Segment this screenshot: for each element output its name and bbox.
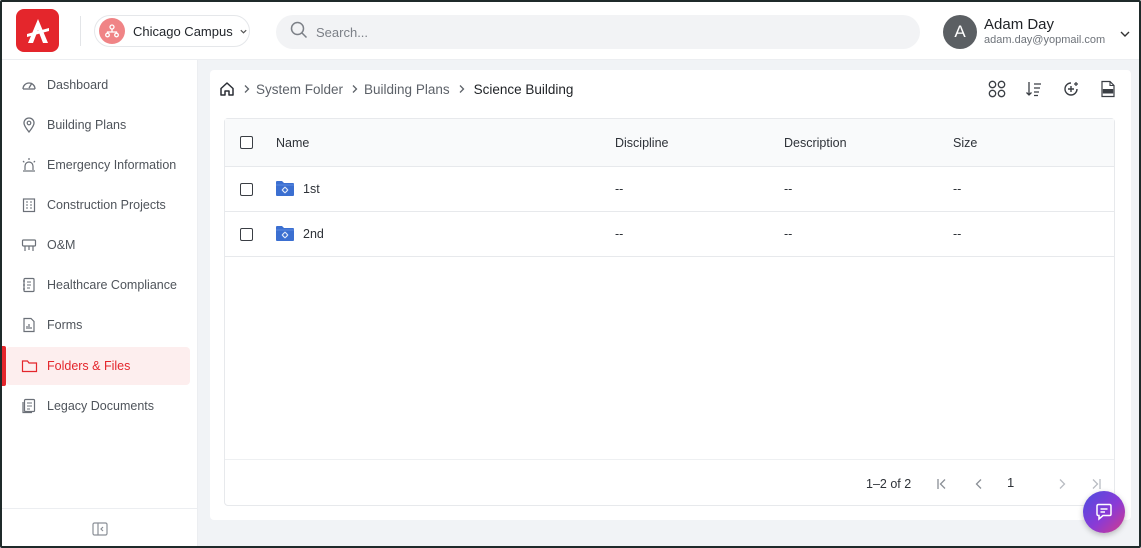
chevron-right-icon	[243, 84, 251, 94]
app-window: Chicago Campus A Adam Day adam.day@yopma…	[0, 0, 1141, 548]
table-row[interactable]: 1st -- -- --	[225, 167, 1114, 212]
first-page-icon[interactable]	[932, 474, 952, 494]
sidebar-item-label: Construction Projects	[47, 198, 166, 212]
building-icon	[20, 196, 38, 214]
column-header-name[interactable]: Name	[276, 136, 309, 150]
main-content: System Folder Building Plans Science Bui…	[210, 70, 1131, 520]
prev-page-icon[interactable]	[969, 474, 989, 494]
chevron-down-icon	[1119, 27, 1131, 45]
header-divider	[80, 16, 81, 46]
sidebar-item-emergency-information[interactable]: Emergency Information	[6, 146, 190, 184]
search-bar	[276, 15, 920, 49]
campus-label: Chicago Campus	[133, 23, 233, 39]
notebook-icon	[20, 276, 38, 294]
column-header-description[interactable]: Description	[784, 136, 847, 150]
cell-size: --	[953, 182, 962, 196]
logo-a-icon	[26, 18, 49, 43]
user-name: Adam Day	[984, 16, 1055, 33]
sidebar-item-label: Building Plans	[47, 118, 127, 132]
campus-selector[interactable]: Chicago Campus	[94, 15, 250, 47]
search-icon	[290, 21, 308, 44]
export-xls-icon[interactable]	[1097, 78, 1119, 100]
sidebar-item-label: Dashboard	[47, 78, 109, 92]
search-input[interactable]	[316, 24, 876, 40]
avatar: A	[943, 15, 977, 49]
row-checkbox[interactable]	[240, 228, 253, 241]
dashboard-gauge-icon	[20, 76, 38, 94]
home-icon[interactable]	[219, 81, 235, 97]
select-all-checkbox[interactable]	[240, 136, 253, 149]
sidebar-item-om[interactable]: O&M	[6, 226, 190, 264]
sidebar-item-label: Folders & Files	[47, 359, 131, 373]
file-name[interactable]: 1st	[303, 182, 320, 196]
breadcrumb-current: Science Building	[473, 81, 574, 97]
cell-description: --	[784, 182, 793, 196]
toolbar	[971, 78, 1119, 100]
file-name[interactable]: 2nd	[303, 227, 324, 241]
sidebar-item-folders-files[interactable]: Folders & Files	[6, 347, 190, 385]
collapse-sidebar-icon[interactable]	[92, 521, 108, 536]
sidebar-item-label: Healthcare Compliance	[47, 278, 177, 292]
column-header-size[interactable]: Size	[953, 136, 977, 150]
sidebar-item-label: O&M	[47, 238, 76, 252]
table-header: Name Discipline Description Size	[225, 119, 1114, 167]
add-icon[interactable]	[1060, 78, 1082, 100]
sidebar: Dashboard Building Plans Emergency Infor…	[2, 60, 198, 546]
sidebar-item-building-plans[interactable]: Building Plans	[6, 106, 190, 144]
folder-icon	[275, 180, 295, 197]
sidebar-item-forms[interactable]: Forms	[6, 306, 190, 344]
sidebar-footer	[2, 508, 198, 546]
sidebar-item-label: Legacy Documents	[47, 399, 155, 413]
breadcrumb-building-plans[interactable]: Building Plans	[364, 82, 450, 97]
sort-icon[interactable]	[1023, 78, 1045, 100]
chevron-right-icon	[351, 84, 359, 94]
breadcrumb: System Folder Building Plans Science Bui…	[219, 79, 573, 99]
documents-icon	[20, 397, 38, 415]
sidebar-item-healthcare-compliance[interactable]: Healthcare Compliance	[6, 266, 190, 304]
next-page-icon[interactable]	[1052, 474, 1072, 494]
table-row[interactable]: 2nd -- -- --	[225, 212, 1114, 257]
siren-icon	[20, 156, 38, 174]
sidebar-item-dashboard[interactable]: Dashboard	[6, 66, 190, 104]
pagination: 1–2 of 2 1	[225, 459, 1114, 507]
projector-icon	[20, 236, 38, 254]
cell-size: --	[953, 227, 962, 241]
user-email: adam.day@yopmail.com	[984, 34, 1106, 46]
row-checkbox[interactable]	[240, 183, 253, 196]
breadcrumb-system-folder[interactable]: System Folder	[256, 82, 343, 97]
cell-discipline: --	[615, 182, 624, 196]
folder-icon	[275, 225, 295, 242]
map-pin-icon	[20, 116, 38, 134]
sidebar-item-legacy-documents[interactable]: Legacy Documents	[6, 387, 190, 425]
sidebar-item-construction-projects[interactable]: Construction Projects	[6, 186, 190, 224]
cell-description: --	[784, 227, 793, 241]
app-logo[interactable]	[16, 9, 59, 52]
sidebar-item-label: Forms	[47, 318, 83, 332]
column-header-discipline[interactable]: Discipline	[615, 136, 669, 150]
grid-view-icon[interactable]	[986, 78, 1008, 100]
form-chart-icon	[20, 316, 38, 334]
user-menu[interactable]: A Adam Day adam.day@yopmail.com	[943, 13, 1133, 51]
current-page[interactable]: 1	[1007, 475, 1014, 490]
folder-icon	[20, 357, 38, 375]
user-info: Adam Day adam.day@yopmail.com	[984, 16, 1105, 48]
files-table: Name Discipline Description Size 1st -- …	[224, 118, 1115, 506]
cell-discipline: --	[615, 227, 624, 241]
chevron-right-icon	[458, 84, 466, 94]
pagination-range: 1–2 of 2	[866, 477, 912, 491]
top-header: Chicago Campus A Adam Day adam.day@yopma…	[2, 2, 1139, 60]
chat-bubble-icon	[1094, 502, 1114, 522]
chevron-down-icon	[239, 27, 248, 36]
campus-network-icon	[99, 18, 125, 44]
chat-support-button[interactable]	[1083, 491, 1125, 533]
sidebar-item-label: Emergency Information	[47, 158, 177, 172]
